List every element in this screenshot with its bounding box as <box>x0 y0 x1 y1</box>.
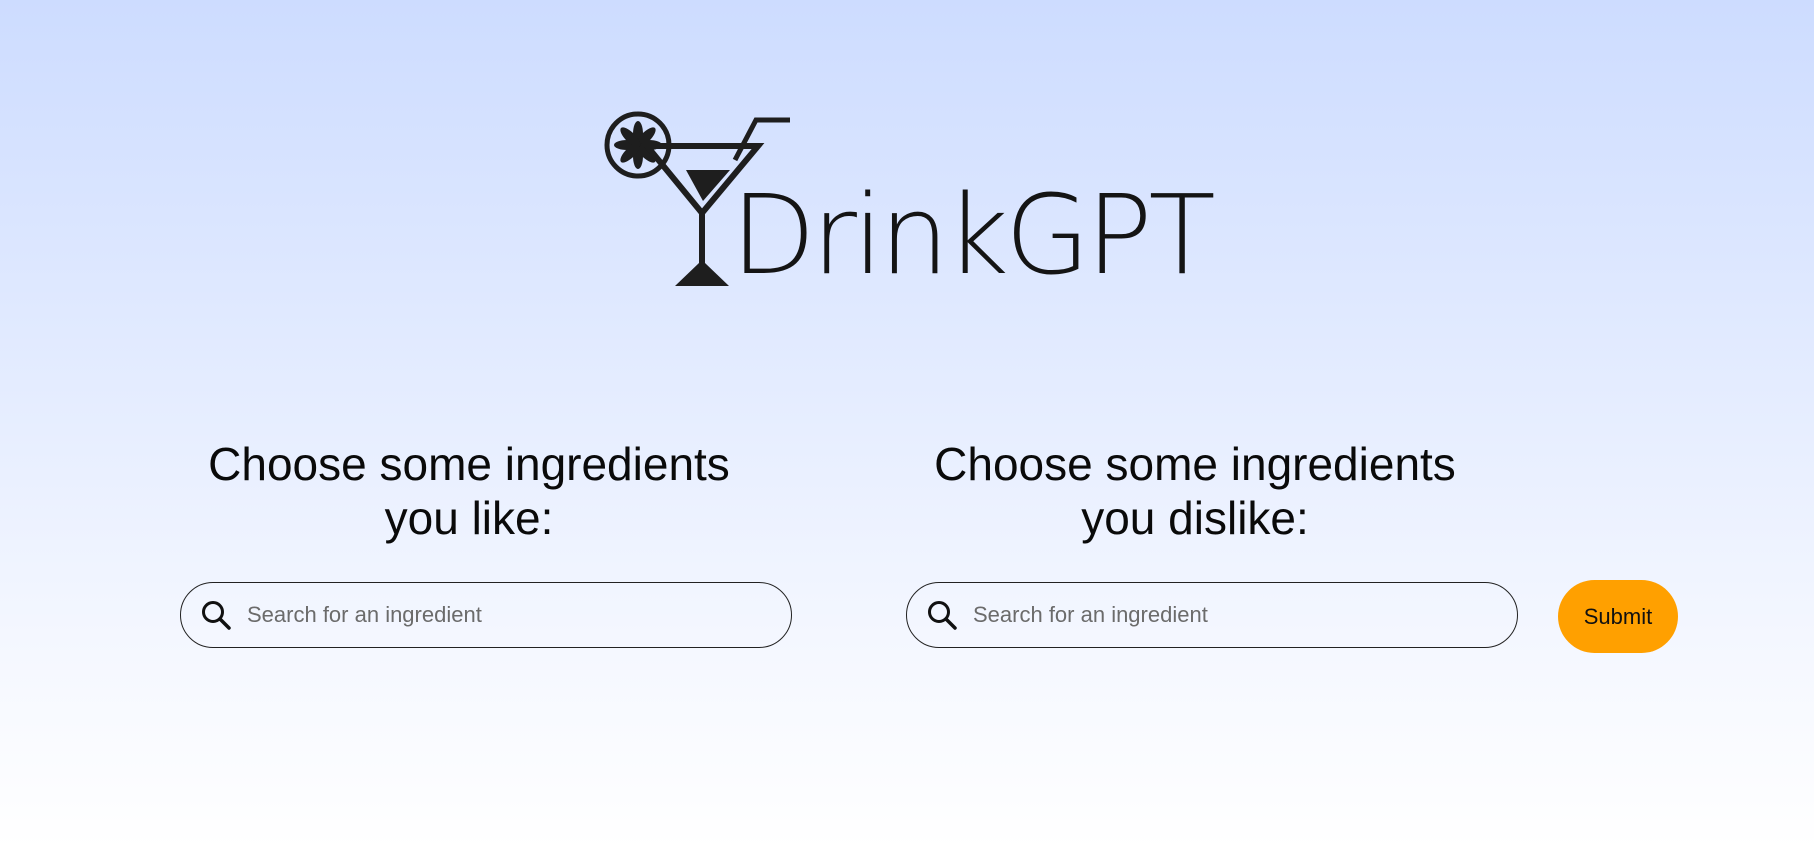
search-icon <box>199 598 233 632</box>
likes-section: Choose some ingredients you like: <box>180 437 796 648</box>
search-icon <box>925 598 959 632</box>
likes-heading-line1: Choose some ingredients <box>208 438 730 490</box>
dislikes-heading-line2: you dislike: <box>1081 492 1309 544</box>
dislikes-section: Choose some ingredients you dislike: <box>906 437 1522 648</box>
dislikes-search-input[interactable] <box>973 602 1473 628</box>
likes-heading-line2: you like: <box>384 492 554 544</box>
app-logo: DrinkGPT <box>603 108 1216 294</box>
likes-search-input[interactable] <box>247 602 747 628</box>
logo-text: DrinkGPT <box>731 171 1216 299</box>
likes-heading: Choose some ingredients you like: <box>180 437 758 545</box>
dislikes-heading-line1: Choose some ingredients <box>934 438 1456 490</box>
submit-button[interactable]: Submit <box>1558 580 1678 653</box>
dislikes-heading: Choose some ingredients you dislike: <box>906 437 1484 545</box>
dislikes-search-box[interactable] <box>906 582 1518 648</box>
likes-search-box[interactable] <box>180 582 792 648</box>
